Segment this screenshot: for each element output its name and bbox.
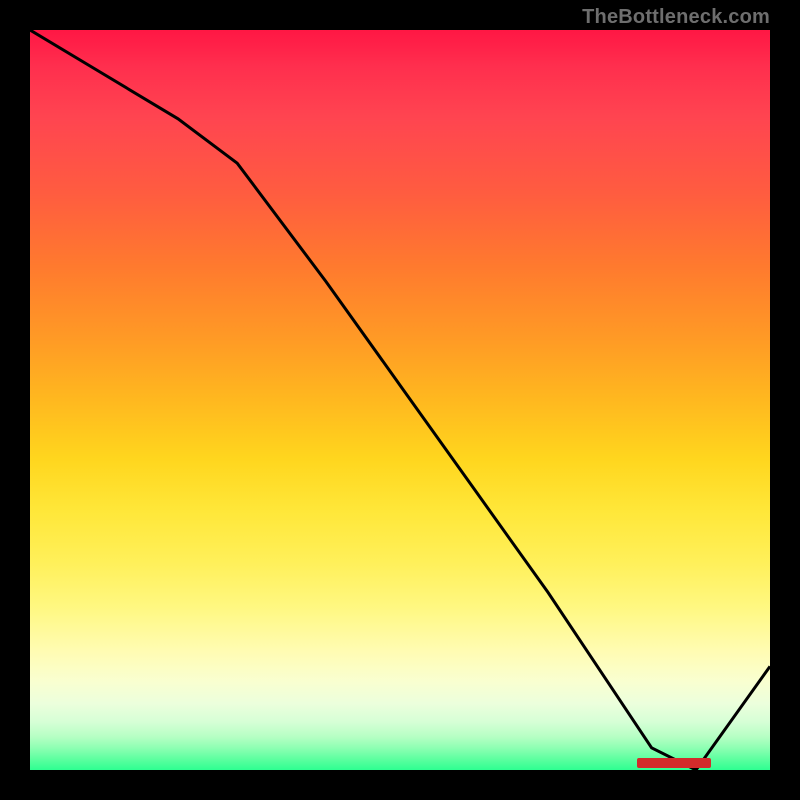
- optimum-range-marker: [637, 758, 711, 768]
- watermark-text: TheBottleneck.com: [582, 6, 770, 29]
- chart-frame: TheBottleneck.com: [0, 0, 800, 800]
- gradient-plot-area: [30, 30, 770, 770]
